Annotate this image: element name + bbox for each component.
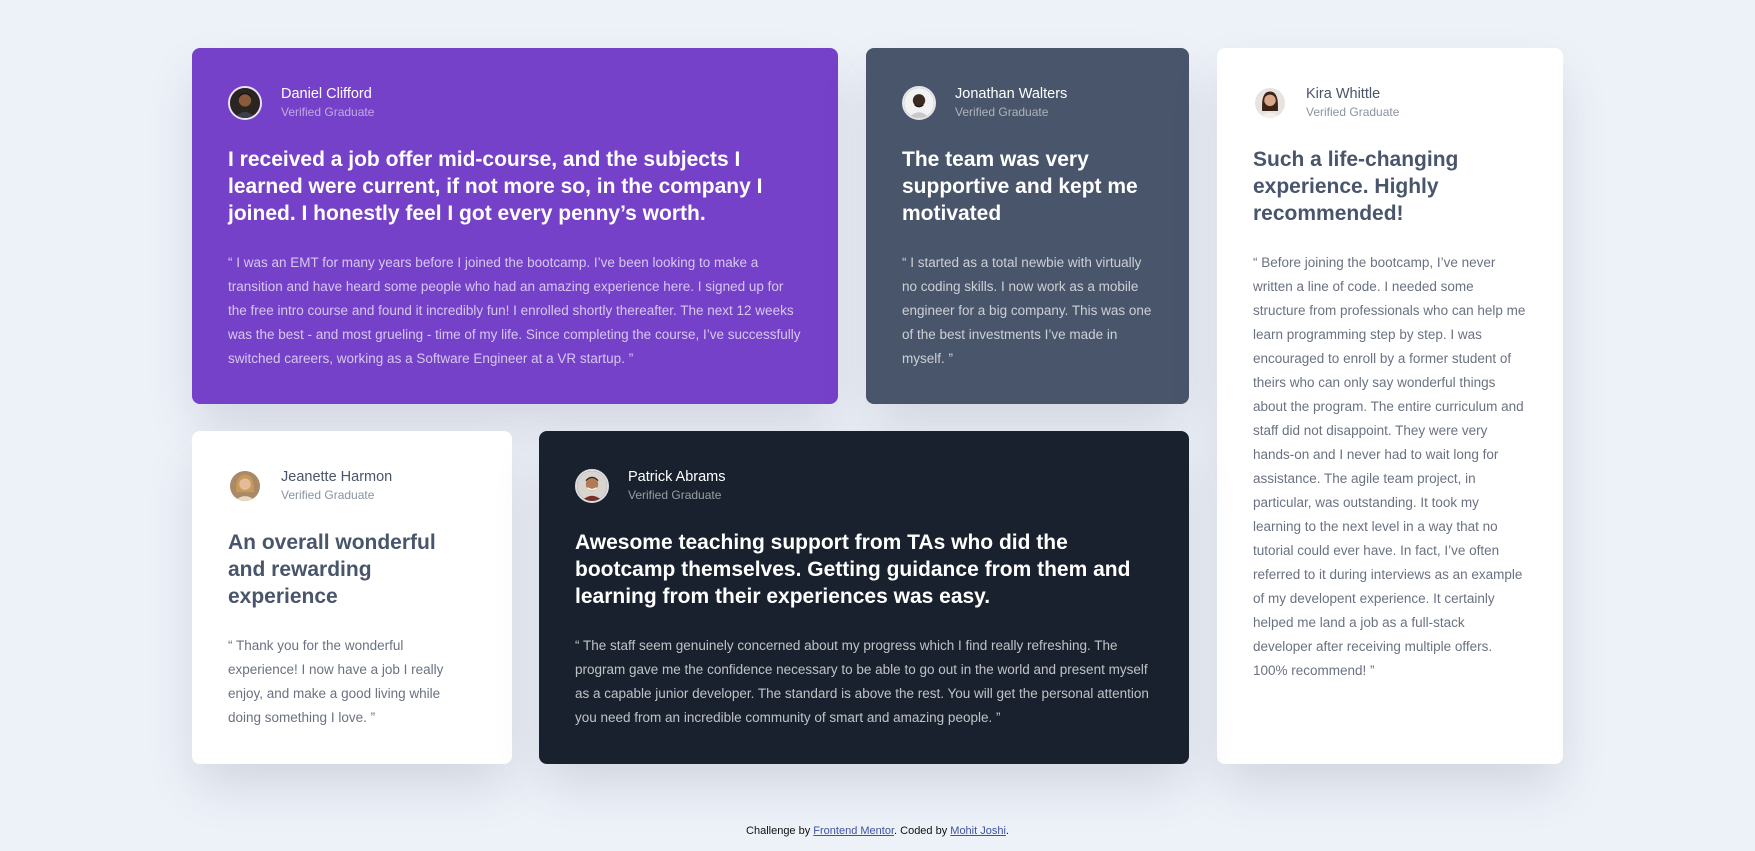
user-role: Verified Graduate [1306,105,1400,119]
user-meta: Jonathan Walters Verified Graduate [955,86,1067,120]
user-meta: Jeanette Harmon Verified Graduate [281,469,392,503]
testimonial-quote: “ I was an EMT for many years before I j… [228,255,801,366]
testimonial-card-jeanette: Jeanette Harmon Verified Graduate An ove… [192,431,512,764]
user-info: Jonathan Walters Verified Graduate [902,84,1153,122]
avatar [1253,86,1287,120]
attribution: Challenge by Frontend Mentor. Coded by M… [0,825,1755,837]
testimonial-quote: “ Thank you for the wonderful experience… [228,638,444,725]
user-name: Jeanette Harmon [281,469,393,485]
user-info: Jeanette Harmon Verified Graduate [228,467,476,505]
user-info: Kira Whittle Verified Graduate [1253,84,1527,122]
user-name: Daniel Clifford [281,86,372,102]
testimonial-headline: An overall wonderful and rewarding exper… [228,531,436,608]
user-name: Patrick Abrams [628,469,726,485]
testimonial-card-daniel: Daniel Clifford Verified Graduate I rece… [192,48,838,404]
testimonial-headline: Awesome teaching support from TAs who di… [575,531,1131,608]
testimonial-quote: “ The staff seem genuinely concerned abo… [575,638,1149,725]
avatar-jeanette-icon [230,471,260,501]
avatar-jonathan-icon [904,88,934,118]
avatar-daniel-icon [230,88,260,118]
user-info: Patrick Abrams Verified Graduate [575,467,1153,505]
attribution-prefix: Challenge by [746,825,814,837]
testimonial-quote: “ I started as a total newbie with virtu… [902,255,1152,366]
testimonial-card-jonathan: Jonathan Walters Verified Graduate The t… [866,48,1189,404]
user-meta: Patrick Abrams Verified Graduate [628,469,726,503]
attribution-middle: . Coded by [894,825,951,837]
testimonial-headline: The team was very supportive and kept me… [902,148,1138,225]
avatar [902,86,936,120]
testimonial-headline: I received a job offer mid-course, and t… [228,148,763,225]
avatar [228,86,262,120]
avatar [575,469,609,503]
testimonial-card-kira: Kira Whittle Verified Graduate Such a li… [1217,48,1563,764]
user-role: Verified Graduate [281,105,375,119]
testimonial-headline: Such a life-changing experience. Highly … [1253,148,1459,225]
user-meta: Daniel Clifford Verified Graduate [281,86,374,120]
testimonial-card-patrick: Patrick Abrams Verified Graduate Awesome… [539,431,1189,764]
user-name: Kira Whittle [1306,86,1381,102]
user-name: Jonathan Walters [955,86,1068,102]
avatar-kira-icon [1255,88,1285,118]
user-role: Verified Graduate [628,488,722,502]
attribution-suffix: . [1005,825,1009,837]
user-meta: Kira Whittle Verified Graduate [1306,86,1399,120]
user-role: Verified Graduate [955,105,1049,119]
author-link[interactable]: Mohit Joshi [950,825,1006,837]
user-info: Daniel Clifford Verified Graduate [228,84,802,122]
avatar-patrick-icon [577,471,607,501]
user-role: Verified Graduate [281,488,375,502]
avatar [228,469,262,503]
frontend-mentor-link[interactable]: Frontend Mentor [813,825,894,837]
testimonial-quote: “ Before joining the bootcamp, I’ve neve… [1253,255,1526,678]
